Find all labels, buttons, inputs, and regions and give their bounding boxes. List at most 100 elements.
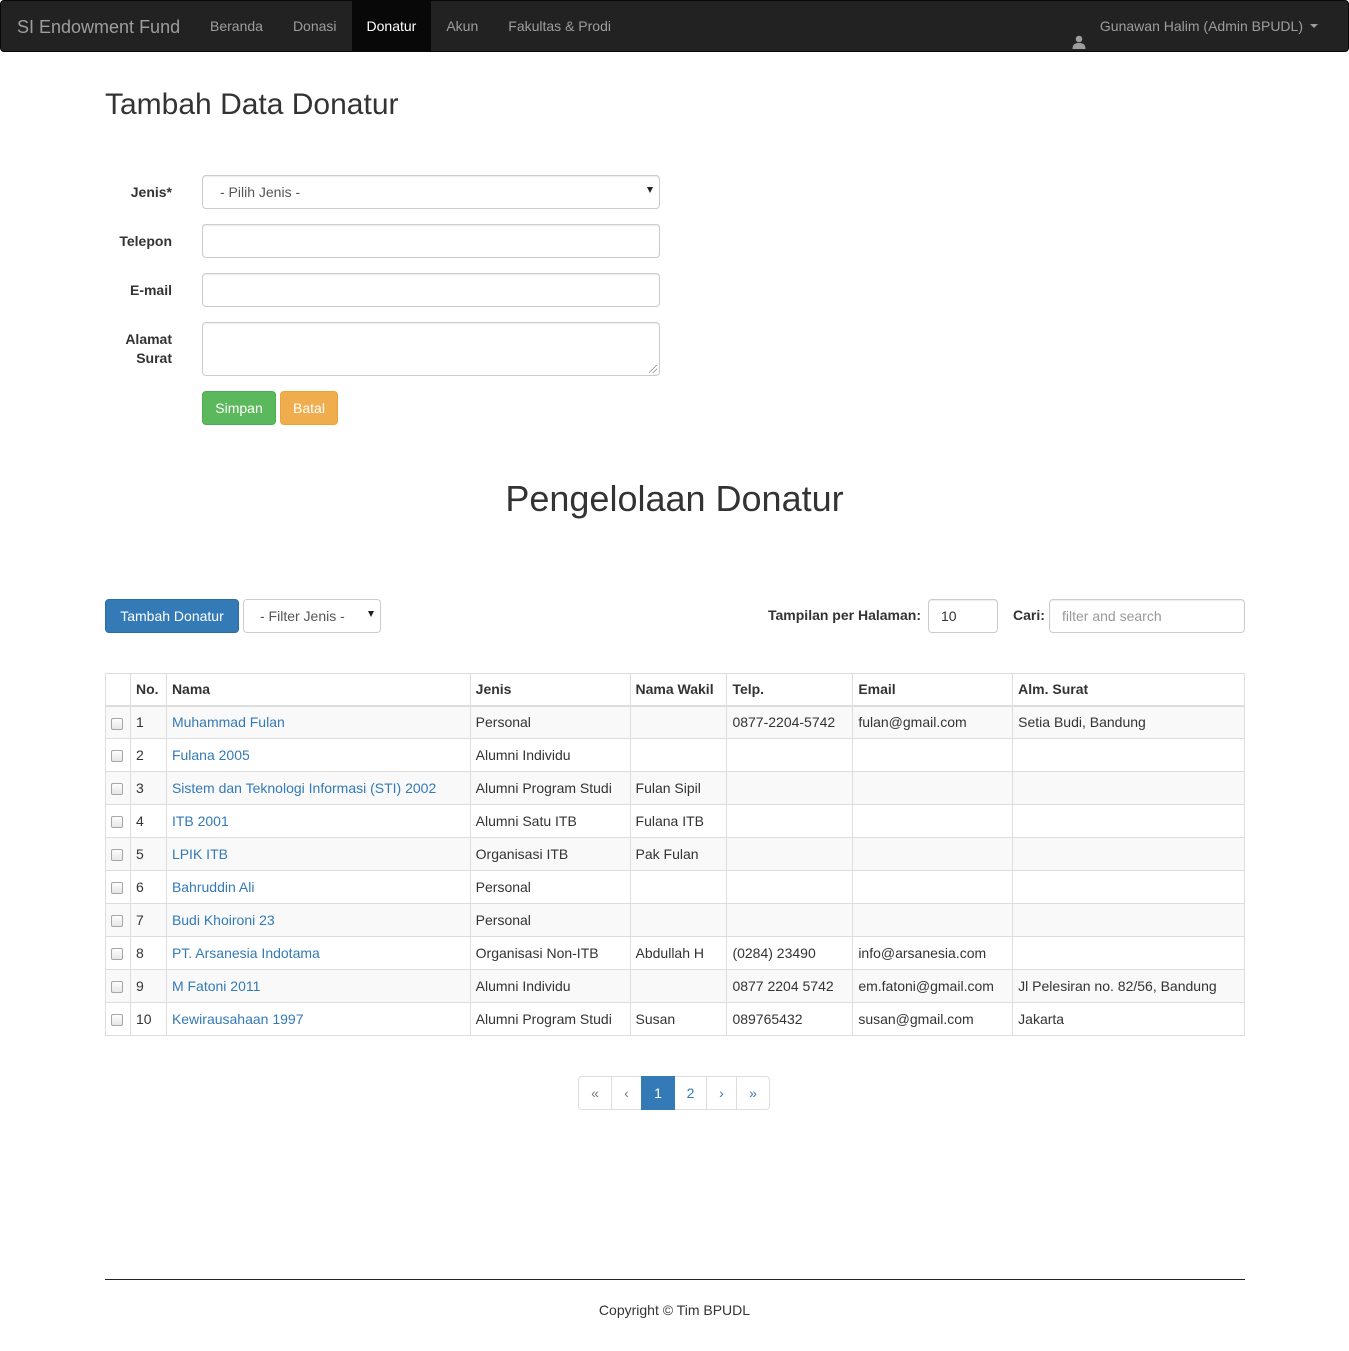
filter-jenis-select[interactable]: - Filter Jenis - [243,599,381,633]
nav-item-donasi[interactable]: Donasi [278,1,352,51]
cell-jenis: Personal [469,903,631,937]
header-nama-wakil[interactable]: Nama Wakil [629,673,728,707]
nav-item-akun[interactable]: Akun [431,1,493,51]
cell-no: 10 [129,1002,167,1036]
page-1-button[interactable]: 1 [641,1076,675,1110]
cell-wakil: Abdullah H [629,936,728,970]
telepon-input[interactable] [202,224,660,258]
row-checkbox[interactable] [111,783,123,796]
row-checkbox[interactable] [111,1014,123,1027]
cell-email [852,804,1014,838]
header-telp[interactable]: Telp. [726,673,854,707]
row-checkbox[interactable] [111,981,123,994]
row-checkbox[interactable] [111,882,123,895]
row-checkbox[interactable] [111,717,123,730]
cell-alamat [1012,804,1245,838]
batal-button[interactable]: Batal [280,391,338,425]
donatur-name-link[interactable]: Kewirausahaan 1997 [172,1011,304,1027]
cell-jenis: Alumni Individu [469,969,631,1003]
page-prev-button[interactable]: ‹ [611,1076,642,1110]
cell-nama: LPIK ITB [165,837,471,871]
header-select [105,673,131,707]
nav-item-fakultas-prodi[interactable]: Fakultas & Prodi [493,1,626,51]
donatur-name-link[interactable]: LPIK ITB [172,846,228,862]
telepon-label: Telepon [119,233,172,249]
page-2-button[interactable]: 2 [674,1076,707,1110]
cell-jenis: Personal [469,705,631,739]
nav-item-beranda[interactable]: Beranda [195,1,278,51]
donatur-name-link[interactable]: Muhammad Fulan [172,714,285,730]
search-label: Cari: [1013,607,1045,623]
filter-jenis-value: - Filter Jenis - [260,608,345,624]
table-row: 4 ITB 2001 Alumni Satu ITB Fulana ITB [105,804,1245,838]
page-first-button[interactable]: « [578,1076,612,1110]
row-checkbox[interactable] [111,849,123,862]
cell-nama: Budi Khoironi 23 [165,903,471,937]
page-next-button[interactable]: › [706,1076,737,1110]
tambah-donatur-button[interactable]: Tambah Donatur [105,599,239,633]
header-nama[interactable]: Nama [165,673,471,707]
page-last-button[interactable]: » [736,1076,770,1110]
cell-email [852,870,1014,904]
cell-email [852,771,1014,805]
jenis-select[interactable]: - Pilih Jenis - [202,175,660,209]
header-no[interactable]: No. [129,673,167,707]
cell-select [105,837,131,871]
cell-telp [726,903,854,937]
cell-email: susan@gmail.com [852,1002,1014,1036]
nav-item-donatur[interactable]: Donatur [351,1,432,51]
search-placeholder: filter and search [1062,608,1162,624]
cell-nama: PT. Arsanesia Indotama [165,936,471,970]
per-page-input[interactable]: 10 [928,599,998,633]
table-row: 3 Sistem dan Teknologi Informasi (STI) 20… [105,771,1245,805]
row-checkbox[interactable] [111,915,123,928]
cell-no: 7 [129,903,167,937]
alamat-label-line1: Alamat [125,331,172,347]
section-title: Pengelolaan Donatur [505,478,844,519]
header-jenis[interactable]: Jenis [469,673,631,707]
row-checkbox[interactable] [111,816,123,829]
donatur-name-link[interactable]: Bahruddin Ali [172,879,255,895]
cell-select [105,771,131,805]
donatur-name-link[interactable]: Sistem dan Teknologi Informasi (STI) 200… [172,780,436,796]
cell-alamat: Jakarta [1012,1002,1245,1036]
cell-nama: Kewirausahaan 1997 [165,1002,471,1036]
alamat-label-line2: Surat [136,350,172,366]
simpan-button[interactable]: Simpan [202,391,276,425]
cell-jenis: Personal [469,870,631,904]
cell-telp [726,804,854,838]
cell-select [105,936,131,970]
header-alamat[interactable]: Alm. Surat [1012,673,1245,707]
cell-email: fulan@gmail.com [852,705,1014,739]
nav-menu: Beranda Donasi Donatur Akun Fakultas & P… [195,1,626,53]
cell-wakil [629,969,728,1003]
header-email[interactable]: Email [852,673,1014,707]
row-checkbox[interactable] [111,948,123,961]
cell-select [105,804,131,838]
user-menu[interactable]: Gunawan Halim (Admin BPUDL) [1072,1,1318,51]
cell-jenis: Alumni Individu [469,738,631,772]
alamat-label: Alamat Surat [72,331,172,366]
alamat-textarea[interactable] [202,322,660,376]
cell-jenis: Organisasi ITB [469,837,631,871]
donatur-name-link[interactable]: ITB 2001 [172,813,229,829]
cell-select [105,738,131,772]
donatur-name-link[interactable]: PT. Arsanesia Indotama [172,945,320,961]
cell-email [852,837,1014,871]
donatur-name-link[interactable]: Fulana 2005 [172,747,250,763]
cell-no: 6 [129,870,167,904]
donatur-name-link[interactable]: M Fatoni 2011 [172,978,260,994]
row-checkbox[interactable] [111,750,123,763]
dropdown-arrow-icon [368,611,374,617]
user-icon [1072,19,1086,49]
brand-link[interactable]: SI Endowment Fund [17,1,180,53]
search-input[interactable]: filter and search [1049,599,1245,633]
footer-divider [105,1279,1245,1280]
resize-grip-icon[interactable] [649,365,657,373]
cell-no: 2 [129,738,167,772]
cell-alamat [1012,870,1245,904]
footer-copyright: Copyright © Tim BPUDL [598,1302,751,1318]
email-input[interactable] [202,273,660,307]
cell-wakil [629,738,728,772]
donatur-name-link[interactable]: Budi Khoironi 23 [172,912,275,928]
